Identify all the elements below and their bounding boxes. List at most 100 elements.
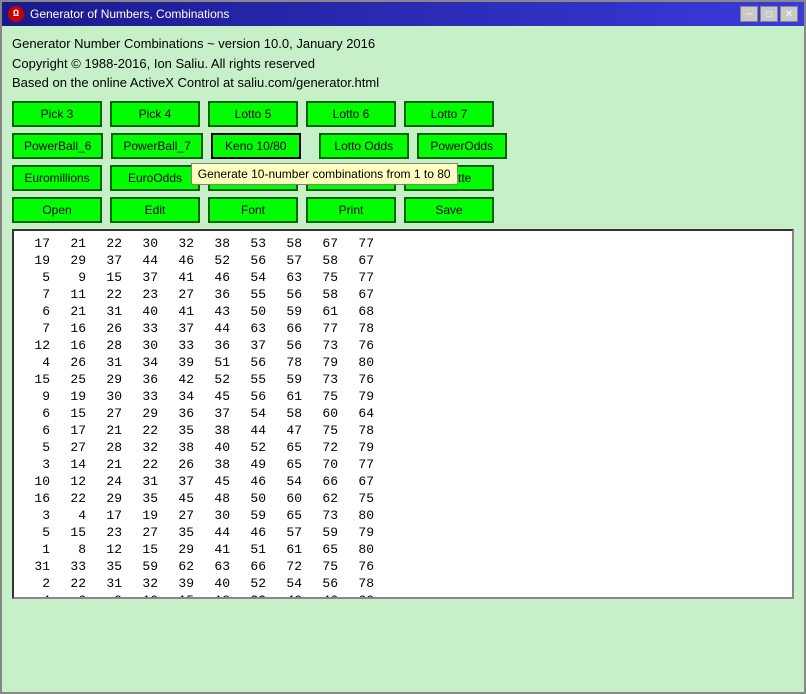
maximize-button[interactable]: □ [760,6,778,22]
close-button[interactable]: ✕ [780,6,798,22]
table-cell: 51 [200,354,236,371]
table-cell: 63 [236,320,272,337]
table-cell: 58 [308,252,344,269]
pick3-button[interactable]: Pick 3 [12,101,102,127]
keno-tooltip-container: Keno 10/80 Generate 10-number combinatio… [211,133,301,159]
table-cell: 80 [344,507,380,524]
save-button[interactable]: Save [404,197,494,223]
table-cell: 60 [344,592,380,597]
lotto6-button[interactable]: Lotto 6 [306,101,396,127]
table-cell: 33 [56,558,92,575]
numbers-table: 1721223032385358677719293744465256575867… [20,235,380,597]
table-row: 2223132394052545678 [20,575,380,592]
table-cell: 75 [308,388,344,405]
euroodds-button[interactable]: EuroOdds [110,165,200,191]
table-cell: 38 [200,235,236,252]
table-cell: 3 [20,456,56,473]
table-cell: 40 [200,439,236,456]
table-cell: 22 [92,286,128,303]
table-row: 3142122263849657077 [20,456,380,473]
data-area-wrapper: 1721223032385358677719293744465256575867… [12,229,794,599]
table-cell: 37 [200,405,236,422]
lotto7-button[interactable]: Lotto 7 [404,101,494,127]
lotto5-button[interactable]: Lotto 5 [208,101,298,127]
table-cell: 67 [344,252,380,269]
pick4-button[interactable]: Pick 4 [110,101,200,127]
table-cell: 36 [128,371,164,388]
open-button[interactable]: Open [12,197,102,223]
table-cell: 56 [236,388,272,405]
table-cell: 19 [56,388,92,405]
table-cell: 55 [236,286,272,303]
header-line2: Copyright © 1988-2016, Ion Saliu. All ri… [12,54,794,74]
table-cell: 49 [236,456,272,473]
table-cell: 44 [128,252,164,269]
minimize-button[interactable]: ─ [740,6,758,22]
table-cell: 5 [20,524,56,541]
table-cell: 59 [236,507,272,524]
table-cell: 77 [308,320,344,337]
table-row: 17212230323853586777 [20,235,380,252]
table-cell: 75 [308,269,344,286]
table-cell: 57 [272,252,308,269]
font-button[interactable]: Font [208,197,298,223]
table-cell: 47 [272,422,308,439]
table-cell: 7 [20,320,56,337]
powerball7-button[interactable]: PowerBall_7 [111,133,202,159]
table-cell: 59 [308,524,344,541]
table-cell: 30 [128,337,164,354]
table-cell: 29 [92,490,128,507]
table-cell: 75 [308,422,344,439]
lottoodds-button[interactable]: Lotto Odds [319,133,409,159]
table-cell: 57 [272,524,308,541]
table-cell: 73 [308,507,344,524]
table-cell: 34 [164,388,200,405]
title-bar: Ω Generator of Numbers, Combinations ─ □… [2,2,804,26]
table-cell: 77 [344,235,380,252]
table-cell: 59 [272,371,308,388]
table-cell: 14 [56,456,92,473]
edit-button[interactable]: Edit [110,197,200,223]
table-cell: 15 [56,405,92,422]
table-row: 9193033344556617579 [20,388,380,405]
table-cell: 43 [200,303,236,320]
button-row-4: Open Edit Font Print Save [12,197,794,223]
powerball6-button[interactable]: PowerBall_6 [12,133,103,159]
table-cell: 37 [236,337,272,354]
table-cell: 40 [128,303,164,320]
table-cell: 12 [92,541,128,558]
table-cell: 58 [272,235,308,252]
table-cell: 17 [92,507,128,524]
powerodds-button[interactable]: PowerOdds [417,133,507,159]
table-cell: 62 [164,558,200,575]
table-cell: 39 [164,575,200,592]
table-cell: 37 [164,320,200,337]
table-cell: 54 [236,269,272,286]
table-cell: 52 [236,575,272,592]
table-cell: 17 [56,422,92,439]
table-cell: 37 [164,473,200,490]
table-cell: 3 [20,507,56,524]
table-cell: 63 [200,558,236,575]
table-cell: 37 [92,252,128,269]
table-cell: 45 [164,490,200,507]
table-cell: 36 [200,286,236,303]
table-cell: 45 [200,388,236,405]
table-cell: 40 [272,592,308,597]
euromillions-button[interactable]: Euromillions [12,165,102,191]
table-cell: 18 [200,592,236,597]
table-cell: 22 [56,575,92,592]
keno-button[interactable]: Keno 10/80 [211,133,301,159]
table-cell: 10 [128,592,164,597]
table-cell: 61 [308,303,344,320]
table-cell: 80 [344,354,380,371]
table-cell: 39 [164,354,200,371]
table-row: 46910151832404660 [20,592,380,597]
table-cell: 5 [20,439,56,456]
table-cell: 76 [344,558,380,575]
print-button[interactable]: Print [306,197,396,223]
table-row: 6213140414350596168 [20,303,380,320]
table-cell: 38 [164,439,200,456]
data-area[interactable]: 1721223032385358677719293744465256575867… [14,231,792,597]
table-cell: 38 [200,456,236,473]
